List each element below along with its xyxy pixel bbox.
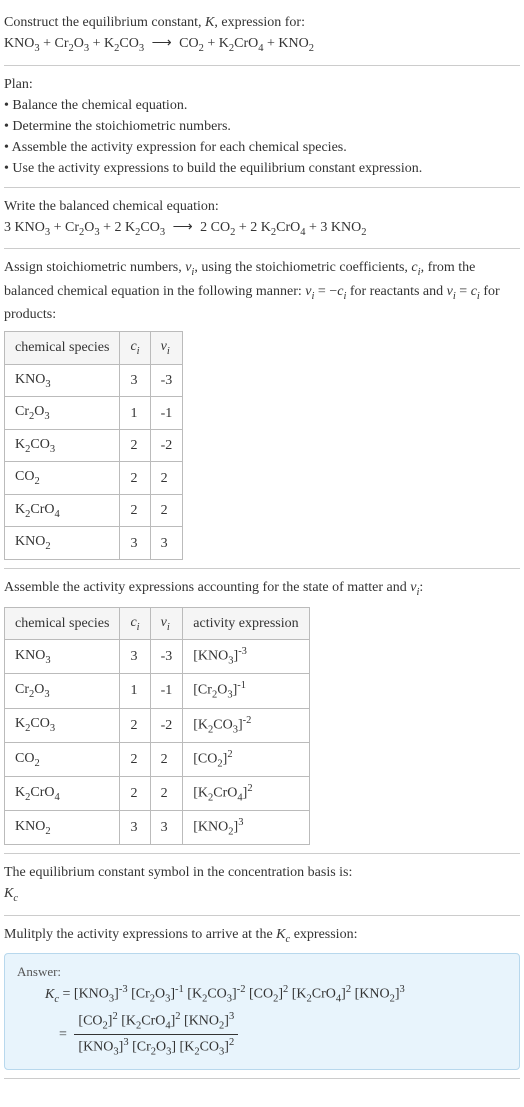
species-cell: KNO2 xyxy=(5,527,120,560)
fraction: [CO2]2 [K2CrO4]2 [KNO2]3 [KNO3]3 [Cr2O3]… xyxy=(74,1009,238,1060)
answer-line1: Kc = [KNO3]-3 [Cr2O3]-1 [K2CO3]-2 [CO2]2… xyxy=(45,982,507,1007)
species-cell: Cr2O3 xyxy=(5,674,120,708)
expr-cell: [Cr2O3]-1 xyxy=(183,674,309,708)
stoich-intro: Assign stoichiometric numbers, νi, using… xyxy=(4,257,520,325)
multiply-section: Mulitply the activity expressions to arr… xyxy=(4,916,520,1079)
balanced-section: Write the balanced chemical equation: 3 … xyxy=(4,188,520,250)
c-cell: 1 xyxy=(120,674,150,708)
fraction-denominator: [KNO3]3 [Cr2O3] [K2CO3]2 xyxy=(74,1035,238,1060)
species-cell: K2CrO4 xyxy=(5,776,120,810)
table-header: νi xyxy=(150,607,183,640)
table-header-row: chemical species ci νi xyxy=(5,332,183,365)
c-cell: 2 xyxy=(120,742,150,776)
equals-sign: = xyxy=(59,1024,70,1045)
species-cell: CO2 xyxy=(5,742,120,776)
species-cell: K2CrO4 xyxy=(5,494,120,527)
multiply-text: Mulitply the activity expressions to arr… xyxy=(4,924,520,948)
intro-equation: KNO3 + Cr2O3 + K2CO3 ⟶ CO2 + K2CrO4 + KN… xyxy=(4,33,520,57)
answer-line2: = [CO2]2 [K2CrO4]2 [KNO2]3 [KNO3]3 [Cr2O… xyxy=(59,1009,507,1060)
table-row: KNO33-3 xyxy=(5,364,183,397)
expr-cell: [K2CO3]-2 xyxy=(183,708,309,742)
expr-cell: [CO2]2 xyxy=(183,742,309,776)
eqconst-text: The equilibrium constant symbol in the c… xyxy=(4,862,520,883)
table-header-row: chemical species ci νi activity expressi… xyxy=(5,607,310,640)
v-cell: -3 xyxy=(150,640,183,674)
plan-item: • Balance the chemical equation. xyxy=(4,95,520,116)
v-cell: 2 xyxy=(150,742,183,776)
intro-text: Construct the equilibrium constant, K, e… xyxy=(4,12,520,33)
v-cell: -1 xyxy=(150,397,183,430)
species-cell: KNO2 xyxy=(5,811,120,845)
v-cell: -1 xyxy=(150,674,183,708)
v-cell: -3 xyxy=(150,364,183,397)
c-cell: 3 xyxy=(120,364,150,397)
c-cell: 2 xyxy=(120,429,150,462)
table-row: K2CrO422 xyxy=(5,494,183,527)
c-cell: 2 xyxy=(120,708,150,742)
balanced-title: Write the balanced chemical equation: xyxy=(4,196,520,217)
species-cell: CO2 xyxy=(5,462,120,495)
species-cell: Cr2O3 xyxy=(5,397,120,430)
c-cell: 2 xyxy=(120,462,150,495)
c-cell: 3 xyxy=(120,811,150,845)
table-header: ci xyxy=(120,607,150,640)
table-row: KNO33-3[KNO3]-3 xyxy=(5,640,310,674)
c-cell: 1 xyxy=(120,397,150,430)
stoich-section: Assign stoichiometric numbers, νi, using… xyxy=(4,249,520,569)
activity-intro: Assemble the activity expressions accoun… xyxy=(4,577,520,601)
species-cell: K2CO3 xyxy=(5,708,120,742)
v-cell: 2 xyxy=(150,462,183,495)
table-row: Cr2O31-1[Cr2O3]-1 xyxy=(5,674,310,708)
table-row: KNO233 xyxy=(5,527,183,560)
v-cell: 2 xyxy=(150,776,183,810)
expr-cell: [K2CrO4]2 xyxy=(183,776,309,810)
table-header: activity expression xyxy=(183,607,309,640)
table-header: chemical species xyxy=(5,607,120,640)
v-cell: 2 xyxy=(150,494,183,527)
plan-item: • Assemble the activity expression for e… xyxy=(4,137,520,158)
stoich-table: chemical species ci νi KNO33-3 Cr2O31-1 … xyxy=(4,331,183,560)
answer-content: Kc = [KNO3]-3 [Cr2O3]-1 [K2CO3]-2 [CO2]2… xyxy=(45,982,507,1061)
c-cell: 3 xyxy=(120,640,150,674)
c-cell: 2 xyxy=(120,494,150,527)
v-cell: 3 xyxy=(150,811,183,845)
plan-item: • Determine the stoichiometric numbers. xyxy=(4,116,520,137)
fraction-numerator: [CO2]2 [K2CrO4]2 [KNO2]3 xyxy=(74,1009,238,1035)
answer-label: Answer: xyxy=(17,962,507,982)
c-cell: 3 xyxy=(120,527,150,560)
table-row: CO222[CO2]2 xyxy=(5,742,310,776)
v-cell: -2 xyxy=(150,708,183,742)
eqconst-symbol: Kc xyxy=(4,883,520,907)
v-cell: -2 xyxy=(150,429,183,462)
eqconst-section: The equilibrium constant symbol in the c… xyxy=(4,854,520,916)
plan-item: • Use the activity expressions to build … xyxy=(4,158,520,179)
plan-title: Plan: xyxy=(4,74,520,95)
table-row: KNO233[KNO2]3 xyxy=(5,811,310,845)
table-row: Cr2O31-1 xyxy=(5,397,183,430)
table-row: CO222 xyxy=(5,462,183,495)
species-cell: K2CO3 xyxy=(5,429,120,462)
table-header: chemical species xyxy=(5,332,120,365)
answer-box: Answer: Kc = [KNO3]-3 [Cr2O3]-1 [K2CO3]-… xyxy=(4,953,520,1069)
c-cell: 2 xyxy=(120,776,150,810)
table-row: K2CO32-2[K2CO3]-2 xyxy=(5,708,310,742)
activity-section: Assemble the activity expressions accoun… xyxy=(4,569,520,854)
species-cell: KNO3 xyxy=(5,640,120,674)
v-cell: 3 xyxy=(150,527,183,560)
balanced-equation: 3 KNO3 + Cr2O3 + 2 K2CO3 ⟶ 2 CO2 + 2 K2C… xyxy=(4,217,520,241)
species-cell: KNO3 xyxy=(5,364,120,397)
activity-table: chemical species ci νi activity expressi… xyxy=(4,607,310,846)
table-header: ci xyxy=(120,332,150,365)
table-header: νi xyxy=(150,332,183,365)
expr-cell: [KNO3]-3 xyxy=(183,640,309,674)
table-row: K2CO32-2 xyxy=(5,429,183,462)
plan-section: Plan: • Balance the chemical equation. •… xyxy=(4,66,520,188)
intro-section: Construct the equilibrium constant, K, e… xyxy=(4,4,520,66)
table-row: K2CrO422[K2CrO4]2 xyxy=(5,776,310,810)
expr-cell: [KNO2]3 xyxy=(183,811,309,845)
